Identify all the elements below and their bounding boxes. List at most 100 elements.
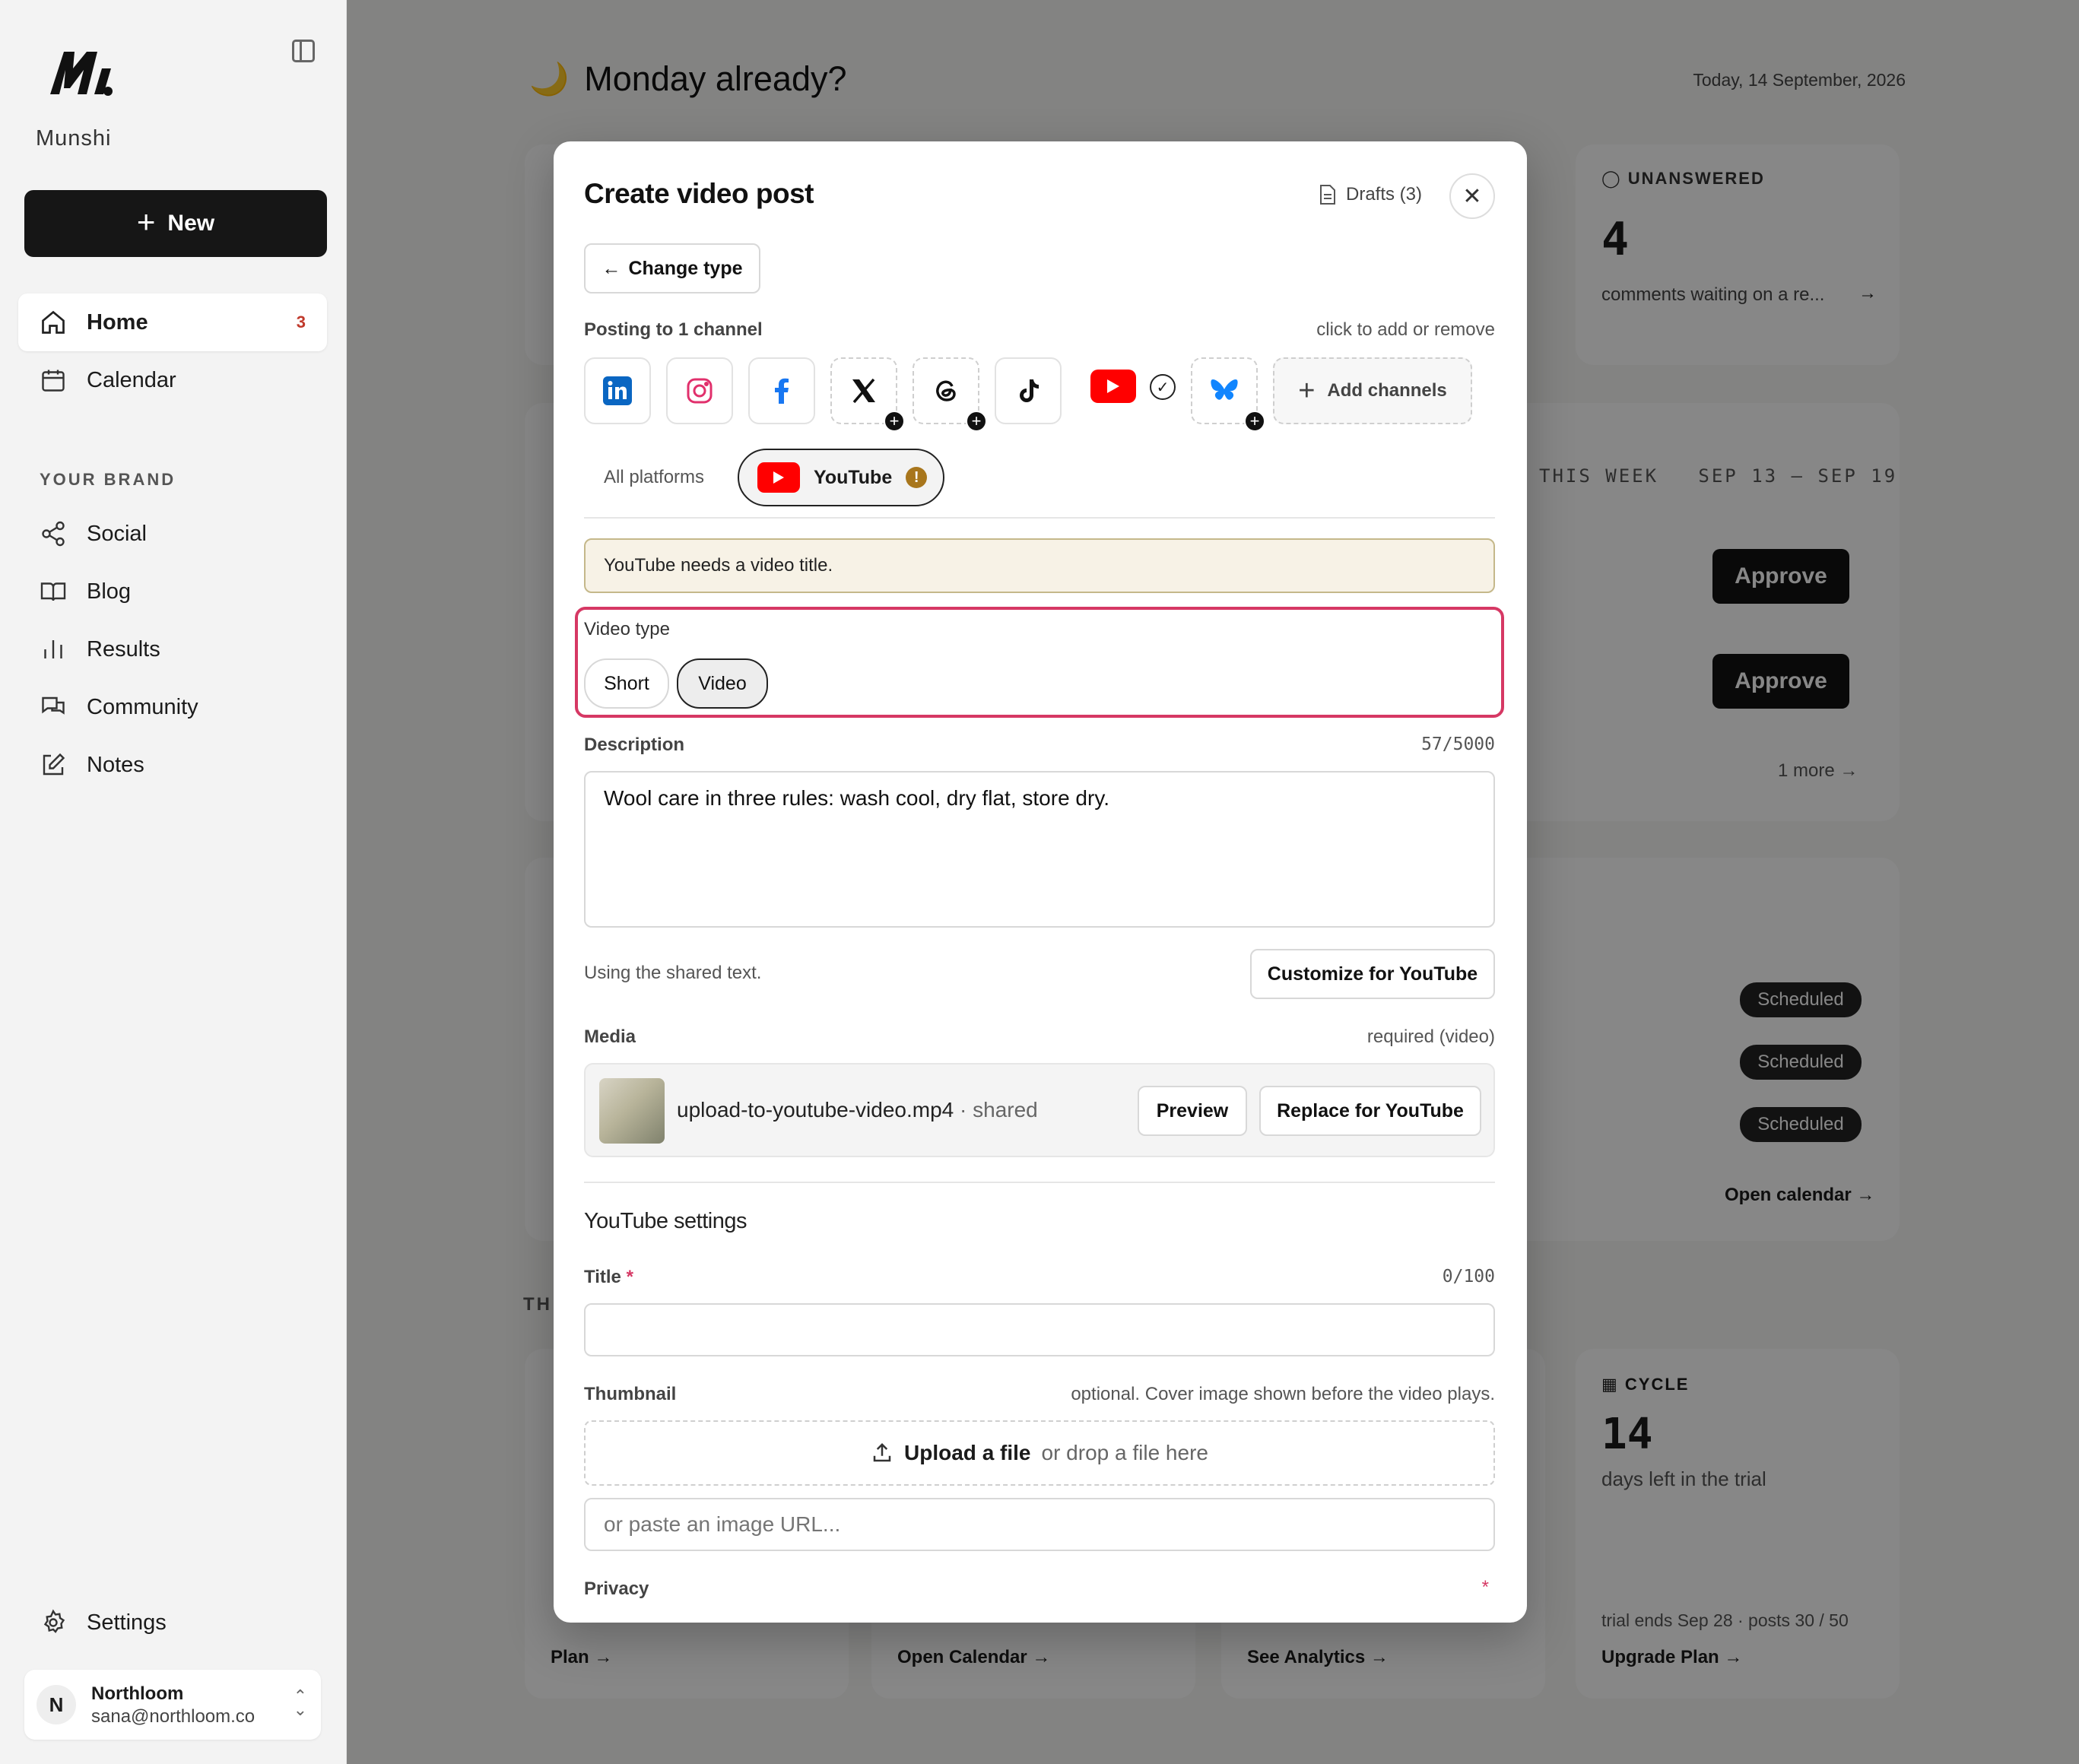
- sidebar-item-label: Community: [87, 694, 198, 719]
- video-type-video[interactable]: Video: [677, 658, 768, 709]
- drafts-button[interactable]: Drafts (3): [1319, 184, 1422, 205]
- new-button[interactable]: + New: [24, 190, 327, 257]
- channel-youtube-selected[interactable]: [1090, 370, 1136, 403]
- facebook-icon: [775, 378, 789, 404]
- media-filename: upload-to-youtube-video.mp4 · shared: [677, 1098, 1038, 1122]
- sidebar-item-label: Results: [87, 636, 160, 662]
- posting-to-label: Posting to 1 channel: [584, 319, 763, 340]
- tiktok-icon: [1020, 379, 1039, 402]
- channel-instagram[interactable]: [666, 357, 733, 424]
- brand-logo[interactable]: [47, 46, 116, 103]
- chevron-updown-icon: ⌃ ⌄: [293, 1686, 307, 1719]
- sidebar-item-home[interactable]: Home 3: [18, 293, 327, 351]
- chat-icon: [42, 696, 65, 715]
- channel-x[interactable]: +: [830, 357, 905, 432]
- youtube-settings-heading: YouTube settings: [584, 1209, 747, 1233]
- sidebar-item-notes[interactable]: Notes: [18, 736, 327, 794]
- channel-tiktok[interactable]: [995, 357, 1062, 424]
- sidebar-item-community[interactable]: Community: [18, 678, 327, 736]
- document-icon: [1320, 185, 1335, 205]
- media-label: Media: [584, 1026, 636, 1047]
- title-input[interactable]: [584, 1303, 1495, 1356]
- tab-youtube-label: YouTube: [814, 466, 893, 488]
- sidebar-item-label: Social: [87, 521, 147, 546]
- account-name: Northloom: [91, 1683, 184, 1704]
- account-switcher[interactable]: N Northloom sana@northloom.co ⌃ ⌄: [24, 1670, 321, 1740]
- divider: [584, 1182, 1495, 1183]
- sidebar: Munshi + New Home 3 Calendar YOUR BRAND …: [0, 0, 347, 1764]
- add-channels-button[interactable]: + Add channels: [1273, 357, 1472, 424]
- instagram-icon: [687, 378, 713, 404]
- media-item: upload-to-youtube-video.mp4 · shared Pre…: [584, 1063, 1495, 1157]
- home-count-badge: 3: [296, 313, 306, 332]
- title-char-count: 0/100: [1442, 1267, 1495, 1287]
- change-type-label: Change type: [628, 257, 743, 279]
- create-video-post-modal: Create video post Drafts (3) ✕ ← Change …: [554, 141, 1527, 1623]
- check-circle-icon: ✓: [1150, 374, 1176, 400]
- add-remove-hint: click to add or remove: [1316, 319, 1495, 340]
- video-type-label: Video type: [584, 619, 670, 639]
- share-icon: [42, 521, 65, 547]
- modal-title: Create video post: [584, 178, 814, 209]
- youtube-title-warning: YouTube needs a video title.: [584, 538, 1495, 593]
- upload-icon: [873, 1442, 891, 1462]
- upload-file-link[interactable]: Upload a file: [904, 1441, 1030, 1465]
- close-button[interactable]: ✕: [1449, 173, 1495, 219]
- sidebar-item-label: Notes: [87, 752, 144, 777]
- title-label: Title *: [584, 1267, 633, 1287]
- thumbnail-url-input[interactable]: [584, 1498, 1495, 1551]
- arrow-left-icon: ←: [601, 257, 621, 279]
- plus-icon: +: [1298, 374, 1316, 407]
- shared-text-note: Using the shared text.: [584, 963, 762, 983]
- privacy-label: Privacy: [584, 1578, 649, 1599]
- brand-name: Munshi: [36, 126, 112, 151]
- change-type-button[interactable]: ← Change type: [584, 243, 760, 293]
- tab-youtube[interactable]: YouTube !: [738, 449, 944, 506]
- description-label: Description: [584, 734, 685, 755]
- thumbnail-hint: optional. Cover image shown before the v…: [1071, 1384, 1495, 1404]
- customize-for-youtube-button[interactable]: Customize for YouTube: [1250, 949, 1495, 999]
- section-label-your-brand: YOUR BRAND: [40, 470, 176, 489]
- sidebar-item-label: Home: [87, 309, 148, 335]
- replace-for-youtube-button[interactable]: Replace for YouTube: [1259, 1086, 1481, 1136]
- sidebar-item-settings[interactable]: Settings: [18, 1594, 327, 1651]
- warning-icon: !: [906, 467, 928, 488]
- tab-all-platforms[interactable]: All platforms: [604, 467, 704, 488]
- thumbnail-dropzone[interactable]: Upload a file or drop a file here: [584, 1420, 1495, 1486]
- book-icon: [40, 582, 66, 601]
- description-char-count: 57/5000: [1421, 734, 1495, 754]
- channel-linkedin[interactable]: [584, 357, 651, 424]
- sidebar-item-results[interactable]: Results: [18, 620, 327, 678]
- drop-hint: or drop a file here: [1041, 1441, 1208, 1464]
- logo-mark-icon: [50, 52, 113, 96]
- sidebar-item-social[interactable]: Social: [18, 505, 327, 563]
- avatar: N: [37, 1685, 76, 1724]
- description-textarea[interactable]: Wool care in three rules: wash cool, dry…: [584, 771, 1495, 928]
- channel-bluesky[interactable]: +: [1191, 357, 1265, 432]
- preview-button[interactable]: Preview: [1138, 1086, 1247, 1136]
- edit-icon: [43, 753, 65, 776]
- sidebar-item-calendar[interactable]: Calendar: [18, 351, 327, 409]
- media-required-hint: required (video): [1366, 1026, 1495, 1047]
- channel-threads[interactable]: +: [913, 357, 987, 432]
- calendar-icon: [42, 370, 65, 392]
- youtube-icon: [757, 462, 800, 493]
- thumbnail-label: Thumbnail: [584, 1384, 677, 1404]
- video-type-short[interactable]: Short: [584, 658, 669, 709]
- youtube-play-icon: [1107, 379, 1119, 393]
- gear-icon: [43, 1609, 65, 1633]
- add-channel-plus-icon: +: [884, 411, 905, 432]
- add-channel-plus-icon: +: [966, 411, 987, 432]
- bluesky-icon: [1211, 379, 1238, 400]
- sidebar-item-blog[interactable]: Blog: [18, 563, 327, 620]
- home-icon: [42, 310, 65, 334]
- close-icon: ✕: [1462, 183, 1482, 209]
- new-button-label: New: [167, 211, 215, 236]
- channel-facebook[interactable]: [748, 357, 815, 424]
- add-channel-plus-icon: +: [1244, 411, 1265, 432]
- sidebar-collapse-icon[interactable]: [292, 40, 315, 62]
- drafts-label: Drafts (3): [1346, 184, 1423, 205]
- sidebar-item-label: Blog: [87, 579, 132, 604]
- plus-icon: +: [136, 204, 156, 240]
- privacy-required-marker: *: [1481, 1577, 1489, 1597]
